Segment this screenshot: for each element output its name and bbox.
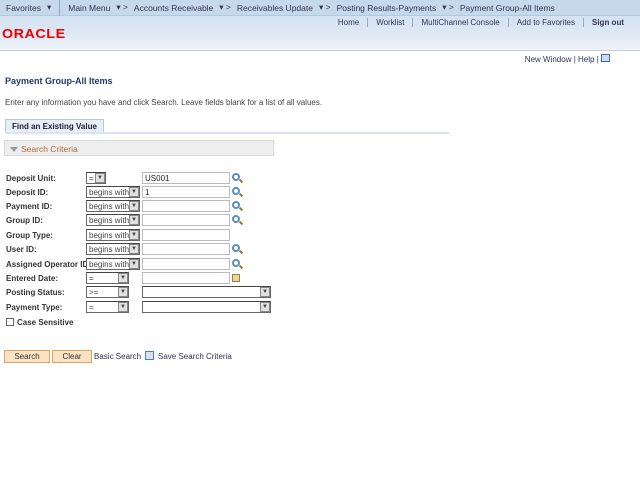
lookup-icon[interactable] bbox=[232, 187, 240, 195]
deposit-unit-operator-select[interactable]: = ▼ bbox=[86, 172, 106, 184]
assigned-operator-id-input[interactable] bbox=[142, 258, 230, 270]
chevron-down-icon: ▾ bbox=[46, 2, 52, 12]
breadcrumb-ar[interactable]: Accounts Receivable bbox=[134, 3, 213, 13]
payment-type-operator-select[interactable]: = ▼ bbox=[86, 301, 129, 313]
tab-find-existing[interactable]: Find an Existing Value bbox=[5, 119, 104, 133]
chevron-icon: ▾ > bbox=[219, 2, 231, 12]
deposit-id-operator-select[interactable]: begins with ▼ bbox=[86, 186, 140, 198]
operator-value: begins with bbox=[89, 260, 130, 269]
dropdown-arrow-icon: ▼ bbox=[95, 173, 105, 183]
payment-type-value-select[interactable]: ▼ bbox=[142, 301, 271, 313]
deposit-unit-input[interactable]: US001 bbox=[142, 172, 230, 184]
operator-value: begins with bbox=[89, 245, 130, 254]
page-title: Payment Group-All Items bbox=[5, 76, 113, 86]
dropdown-arrow-icon: ▼ bbox=[129, 230, 139, 240]
operator-value: begins with bbox=[89, 202, 130, 211]
oracle-logo: ORACLE bbox=[2, 26, 66, 41]
divider bbox=[0, 50, 640, 51]
deposit-id-label: Deposit ID: bbox=[6, 188, 49, 197]
clear-button[interactable]: Clear bbox=[52, 350, 92, 363]
dropdown-arrow-icon: ▼ bbox=[118, 287, 128, 297]
divider bbox=[5, 132, 449, 134]
operator-value: = bbox=[89, 274, 94, 283]
lookup-icon[interactable] bbox=[232, 201, 240, 209]
header-links: Home Worklist MultiChannel Console Add t… bbox=[330, 18, 632, 27]
dropdown-arrow-icon: ▼ bbox=[260, 302, 270, 312]
payment-type-label: Payment Type: bbox=[6, 303, 63, 312]
dropdown-arrow-icon: ▼ bbox=[118, 302, 128, 312]
group-type-label: Group Type: bbox=[6, 231, 53, 240]
payment-id-label: Payment ID: bbox=[6, 202, 53, 211]
user-id-label: User ID: bbox=[6, 245, 37, 254]
dropdown-arrow-icon: ▼ bbox=[129, 215, 139, 225]
personalize-icon[interactable] bbox=[601, 54, 610, 62]
lookup-icon[interactable] bbox=[232, 259, 240, 267]
operator-value: = bbox=[89, 303, 94, 312]
posting-status-operator-select[interactable]: >= ▼ bbox=[86, 286, 129, 298]
operator-value: begins with bbox=[89, 231, 130, 240]
breadcrumb-main-menu[interactable]: Main Menu bbox=[68, 3, 110, 13]
group-id-input[interactable] bbox=[142, 214, 230, 226]
case-sensitive-label: Case Sensitive bbox=[17, 318, 74, 327]
dropdown-arrow-icon: ▼ bbox=[129, 187, 139, 197]
group-id-label: Group ID: bbox=[6, 216, 43, 225]
dropdown-arrow-icon: ▼ bbox=[260, 287, 270, 297]
dropdown-arrow-icon: ▼ bbox=[118, 273, 128, 283]
lookup-icon[interactable] bbox=[232, 215, 240, 223]
save-icon bbox=[145, 351, 154, 360]
group-type-input[interactable] bbox=[142, 229, 230, 241]
dropdown-arrow-icon: ▼ bbox=[129, 201, 139, 211]
save-search-criteria-link[interactable]: Save Search Criteria bbox=[158, 352, 232, 361]
search-criteria-header[interactable]: Search Criteria bbox=[4, 140, 274, 156]
multichannel-link[interactable]: MultiChannel Console bbox=[412, 18, 507, 27]
entered-date-input[interactable] bbox=[142, 272, 230, 284]
window-links: New Window | Help | bbox=[525, 54, 610, 64]
calendar-icon[interactable] bbox=[232, 274, 240, 282]
assigned-operator-id-operator-select[interactable]: begins with ▼ bbox=[86, 258, 140, 270]
user-id-operator-select[interactable]: begins with ▼ bbox=[86, 243, 140, 255]
payment-id-input[interactable] bbox=[142, 200, 230, 212]
new-window-link[interactable]: New Window bbox=[525, 55, 572, 64]
posting-status-label: Posting Status: bbox=[6, 288, 65, 297]
dropdown-arrow-icon: ▼ bbox=[129, 244, 139, 254]
entered-date-operator-select[interactable]: = ▼ bbox=[86, 272, 129, 284]
entered-date-label: Entered Date: bbox=[6, 274, 59, 283]
deposit-id-input[interactable]: 1 bbox=[142, 186, 230, 198]
divider bbox=[59, 0, 61, 16]
deposit-unit-label: Deposit Unit: bbox=[6, 174, 56, 183]
sign-out-link[interactable]: Sign out bbox=[583, 18, 632, 27]
posting-status-value-select[interactable]: ▼ bbox=[142, 286, 271, 298]
breadcrumb-update[interactable]: Receivables Update bbox=[237, 3, 313, 13]
group-id-operator-select[interactable]: begins with ▼ bbox=[86, 214, 140, 226]
help-link[interactable]: Help bbox=[578, 55, 594, 64]
assigned-operator-id-label: Assigned Operator ID: bbox=[6, 260, 91, 269]
operator-value: begins with bbox=[89, 216, 130, 225]
instructions: Enter any information you have and click… bbox=[5, 98, 323, 107]
chevron-icon: ▾ > bbox=[442, 2, 454, 12]
user-id-input[interactable] bbox=[142, 243, 230, 255]
dropdown-arrow-icon: ▼ bbox=[129, 259, 139, 269]
breadcrumb-posting[interactable]: Posting Results-Payments bbox=[337, 3, 437, 13]
favorites-menu[interactable]: Favorites bbox=[6, 3, 41, 13]
home-link[interactable]: Home bbox=[330, 18, 367, 27]
chevron-icon: ▾ > bbox=[318, 2, 331, 12]
operator-value: >= bbox=[89, 288, 99, 297]
lookup-icon[interactable] bbox=[232, 173, 240, 181]
worklist-link[interactable]: Worklist bbox=[367, 18, 412, 27]
nav-bar: Favorites ▾ Main Menu ▾ > Accounts Receiva… bbox=[0, 0, 640, 16]
case-sensitive-checkbox[interactable] bbox=[6, 318, 14, 326]
payment-id-operator-select[interactable]: begins with ▼ bbox=[86, 200, 140, 212]
search-button[interactable]: Search bbox=[4, 350, 50, 363]
operator-value: = bbox=[89, 174, 94, 183]
operator-value: begins with bbox=[89, 188, 130, 197]
basic-search-link[interactable]: Basic Search bbox=[94, 352, 141, 361]
group-type-operator-select[interactable]: begins with ▼ bbox=[86, 229, 140, 241]
lookup-icon[interactable] bbox=[232, 244, 240, 252]
chevron-icon: ▾ > bbox=[116, 2, 128, 12]
breadcrumb-current[interactable]: Payment Group-All Items bbox=[460, 3, 555, 13]
add-favorites-link[interactable]: Add to Favorites bbox=[507, 18, 583, 27]
